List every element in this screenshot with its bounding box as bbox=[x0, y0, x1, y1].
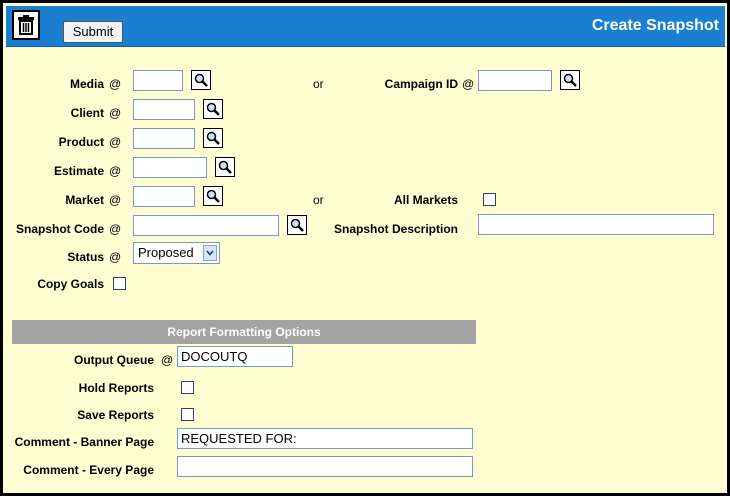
magnifier-icon bbox=[206, 102, 220, 116]
campaign-id-lookup-button[interactable] bbox=[560, 70, 580, 90]
page-title: Create Snapshot bbox=[591, 17, 719, 34]
campaign-id-at: @ bbox=[462, 77, 475, 91]
magnifier-icon bbox=[194, 73, 208, 87]
estimate-label: Estimate bbox=[53, 164, 104, 178]
header-bar: Submit Create Snapshot bbox=[6, 6, 725, 47]
window-frame: Submit Create Snapshot Media @ or Campai… bbox=[0, 0, 730, 496]
status-select[interactable]: Proposed bbox=[133, 242, 220, 264]
status-select-value: Proposed bbox=[138, 245, 194, 260]
market-lookup-button[interactable] bbox=[203, 186, 223, 206]
magnifier-icon bbox=[563, 73, 577, 87]
snapshot-code-label: Snapshot Code bbox=[15, 222, 104, 236]
media-label: Media bbox=[69, 77, 104, 91]
status-dropdown-button[interactable] bbox=[203, 245, 217, 261]
hold-reports-checkbox[interactable] bbox=[181, 381, 194, 394]
trash-icon bbox=[18, 15, 34, 35]
snapshot-code-at: @ bbox=[109, 222, 122, 236]
media-at: @ bbox=[109, 77, 122, 91]
media-input[interactable] bbox=[133, 70, 183, 91]
copy-goals-label: Copy Goals bbox=[37, 277, 104, 291]
campaign-id-input[interactable] bbox=[478, 70, 552, 91]
snapshot-description-input[interactable] bbox=[478, 214, 714, 235]
market-label: Market bbox=[65, 193, 104, 207]
copy-goals-checkbox[interactable] bbox=[113, 277, 126, 290]
report-formatting-header: Report Formatting Options bbox=[12, 320, 476, 344]
submit-button[interactable]: Submit bbox=[63, 21, 123, 43]
product-at: @ bbox=[109, 135, 122, 149]
magnifier-icon bbox=[290, 218, 304, 232]
estimate-input[interactable] bbox=[133, 157, 207, 178]
chevron-down-icon bbox=[206, 250, 214, 256]
magnifier-icon bbox=[206, 131, 220, 145]
magnifier-icon bbox=[218, 160, 232, 174]
market-input[interactable] bbox=[133, 186, 195, 207]
client-input[interactable] bbox=[133, 99, 195, 120]
client-lookup-button[interactable] bbox=[203, 99, 223, 119]
magnifier-icon bbox=[206, 189, 220, 203]
client-label: Client bbox=[70, 106, 104, 120]
market-at: @ bbox=[109, 193, 122, 207]
all-markets-checkbox[interactable] bbox=[483, 193, 496, 206]
client-at: @ bbox=[109, 106, 122, 120]
status-label: Status bbox=[67, 250, 104, 264]
product-lookup-button[interactable] bbox=[203, 128, 223, 148]
comment-banner-label: Comment - Banner Page bbox=[14, 435, 154, 449]
output-queue-input[interactable] bbox=[177, 346, 293, 367]
snapshot-code-lookup-button[interactable] bbox=[287, 215, 307, 235]
save-reports-label: Save Reports bbox=[77, 408, 154, 422]
output-queue-at: @ bbox=[161, 353, 174, 367]
media-or-text: or bbox=[313, 77, 324, 91]
product-label: Product bbox=[58, 135, 104, 149]
product-input[interactable] bbox=[133, 128, 195, 149]
comment-every-input[interactable] bbox=[177, 456, 473, 477]
market-or-text: or bbox=[313, 193, 324, 207]
output-queue-label: Output Queue bbox=[74, 353, 154, 367]
delete-button[interactable] bbox=[12, 10, 40, 40]
snapshot-description-label: Snapshot Description bbox=[333, 222, 458, 236]
campaign-id-label: Campaign ID bbox=[384, 77, 458, 91]
comment-every-label: Comment - Every Page bbox=[23, 463, 154, 477]
estimate-at: @ bbox=[109, 164, 122, 178]
status-at: @ bbox=[109, 250, 122, 264]
save-reports-checkbox[interactable] bbox=[181, 408, 194, 421]
comment-banner-input[interactable] bbox=[177, 428, 473, 449]
estimate-lookup-button[interactable] bbox=[215, 157, 235, 177]
snapshot-code-input[interactable] bbox=[133, 215, 279, 236]
hold-reports-label: Hold Reports bbox=[78, 381, 154, 395]
all-markets-label: All Markets bbox=[393, 193, 458, 207]
media-lookup-button[interactable] bbox=[191, 70, 211, 90]
